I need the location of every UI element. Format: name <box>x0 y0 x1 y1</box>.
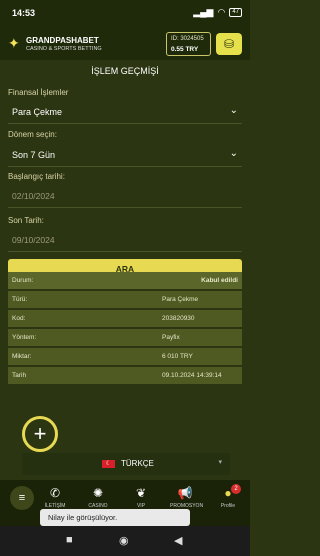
wallet-icon: ⛁ <box>223 37 235 51</box>
divider <box>8 207 242 208</box>
finance-type-select[interactable]: Para Çekme ⌄ <box>8 102 242 122</box>
row-value: Payfix <box>162 334 180 341</box>
table-row: Tarih 09.10.2024 14:39:14 <box>8 367 242 386</box>
plus-icon: + <box>33 421 47 446</box>
period-value: Son 7 Gün <box>12 150 56 160</box>
notification-badge: 2 <box>231 484 241 494</box>
chevron-down-icon: ⌄ <box>229 148 238 159</box>
table-row: Durum: Kabul edildi <box>8 272 242 291</box>
chat-status-banner[interactable]: Nilay ile görüşülüyor. <box>40 509 190 526</box>
table-row: Kod: 203820930 <box>8 310 242 329</box>
row-value: Kabul edildi <box>201 277 238 284</box>
row-value: 6 010 TRY <box>162 353 193 360</box>
brand-name[interactable]: GRANDPASHABET <box>26 36 99 45</box>
table-row: Türü: Para Çekme <box>8 291 242 310</box>
phone-icon: ✆ <box>49 486 61 500</box>
language-selector[interactable]: ☾ TÜRKÇE ▾ <box>22 453 230 475</box>
divider <box>8 166 242 167</box>
row-key: Türü: <box>12 296 28 303</box>
start-date-label: Başlangıç tarihi: <box>8 172 65 181</box>
row-key: Durum: <box>12 277 34 284</box>
row-value: Para Çekme <box>162 296 199 303</box>
brand-tagline: CASINO & SPORTS BETTING <box>26 46 102 52</box>
start-date-input[interactable]: 02/10/2024 <box>8 186 242 206</box>
recent-apps-icon[interactable]: ■ <box>66 534 73 546</box>
account-id: ID: 3024505 <box>171 36 204 42</box>
row-key: Kod: <box>12 315 26 322</box>
page-title: İŞLEM GEÇMİŞİ <box>91 66 159 76</box>
status-time: 14:53 <box>12 8 36 18</box>
row-key: Tarih <box>12 372 27 379</box>
row-value: 203820930 <box>162 315 195 322</box>
period-select[interactable]: Son 7 Gün ⌄ <box>8 145 242 165</box>
nav-item-contact[interactable]: ✆ İLETİŞİM <box>40 486 70 509</box>
period-label: Dönem seçin: <box>8 130 57 139</box>
nav-item-casino[interactable]: ✺ CASINO <box>83 486 113 509</box>
row-key: Yöntem: <box>12 334 37 341</box>
nav-item-profile[interactable]: ● Profile 2 <box>213 484 243 509</box>
finance-type-label: Finansal İşlemler <box>8 88 69 97</box>
nav-item-vip[interactable]: ❦ VIP <box>126 486 156 509</box>
row-key: Miktar: <box>12 353 32 360</box>
chevron-down-icon: ⌄ <box>229 105 238 116</box>
megaphone-icon: 📢 <box>177 486 193 500</box>
wifi-icon: ◠ <box>217 7 226 17</box>
end-date-input[interactable]: 09/10/2024 <box>8 230 242 250</box>
brand-star-icon: ✦ <box>8 35 20 51</box>
status-icons: ▂▄▆ ◠ 47 <box>193 7 242 18</box>
nav-item-promotions[interactable]: 📢 PROMOSYON <box>170 486 203 509</box>
row-value: 09.10.2024 14:39:14 <box>162 372 222 379</box>
account-balance: 0.55 TRY <box>171 46 199 53</box>
language-label: TÜRKÇE <box>121 459 154 468</box>
nav-label: Profile <box>220 503 236 509</box>
menu-button[interactable]: ≡ <box>10 486 34 510</box>
deposit-button[interactable]: ⛁ <box>216 33 242 55</box>
casino-chip-icon: ✺ <box>92 486 104 500</box>
system-nav-bar: ■ ◉ ◀ <box>0 526 250 556</box>
add-button[interactable]: + <box>22 416 58 452</box>
end-date-label: Son Tarih: <box>8 216 44 225</box>
account-balance-box[interactable]: ID: 3024505 0.55 TRY <box>166 32 211 56</box>
table-row: Yöntem: Payfix <box>8 329 242 348</box>
signal-icon: ▂▄▆ <box>193 7 214 17</box>
table-row: Miktar: 6 010 TRY <box>8 348 242 367</box>
divider <box>8 251 242 252</box>
app-header: ✦ GRANDPASHABET CASINO & SPORTS BETTING … <box>0 26 250 60</box>
chevron-down-icon: ▾ <box>218 459 222 466</box>
battery-icon: 47 <box>229 8 242 17</box>
home-icon[interactable]: ◉ <box>119 534 129 547</box>
hamburger-icon: ≡ <box>18 492 26 504</box>
turkey-flag-icon: ☾ <box>102 460 115 468</box>
status-bar: 14:53 ▂▄▆ ◠ 47 <box>0 0 250 26</box>
back-icon[interactable]: ◀ <box>174 534 182 547</box>
transaction-details-table: Durum: Kabul edildi Türü: Para Çekme Kod… <box>8 272 242 386</box>
laurel-icon: ❦ <box>135 486 147 500</box>
divider <box>8 123 242 124</box>
finance-type-value: Para Çekme <box>12 107 63 117</box>
